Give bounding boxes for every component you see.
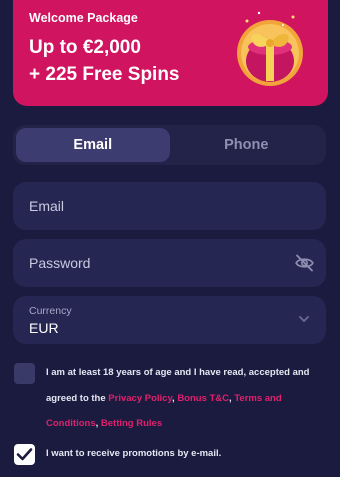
tab-email[interactable]: Email [16,128,170,162]
banner-headline: Up to €2,000 + 225 Free Spins [29,34,180,88]
email-input[interactable] [13,182,326,230]
welcome-banner: Welcome Package Up to €2,000 + 225 Free … [13,0,328,106]
promo-checkbox[interactable] [14,444,35,465]
password-input[interactable] [13,239,326,287]
privacy-policy-link[interactable]: Privacy Policy [108,393,172,404]
chevron-down-icon [299,316,309,322]
email-field-container [13,182,326,230]
banner-line-2: + 225 Free Spins [29,64,180,85]
terms-checkbox[interactable] [14,363,35,384]
tab-phone[interactable]: Phone [170,128,324,162]
signup-method-tabs: Email Phone [13,125,326,165]
currency-label: Currency [29,305,72,317]
gift-box-icon [237,11,303,86]
check-icon [16,448,33,461]
banner-line-1: Up to €2,000 [29,37,141,58]
banner-kicker: Welcome Package [29,11,138,25]
registration-form: Welcome Package Up to €2,000 + 225 Free … [0,0,340,477]
eye-off-icon[interactable] [294,253,315,273]
currency-value: EUR [29,320,59,336]
currency-select[interactable]: Currency EUR [13,296,326,344]
terms-consent-text: I am at least 18 years of age and I have… [46,360,328,437]
bonus-tc-link[interactable]: Bonus T&C [177,393,229,404]
promo-consent-text: I want to receive promotions by e-mail. [46,448,222,459]
betting-rules-link[interactable]: Betting Rules [101,418,162,429]
password-field-container [13,239,326,287]
